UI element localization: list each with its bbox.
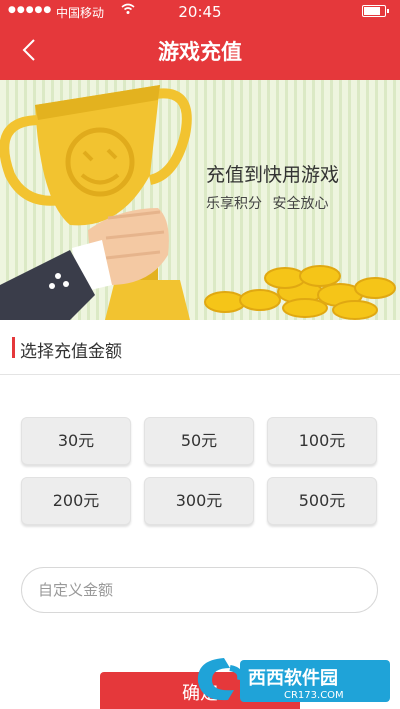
promo-banner: 充值到快用游戏 乐享积分 安全放心 (0, 80, 400, 320)
app-header: ●●●●● 中国移动 20:45 游戏充值 (0, 0, 400, 80)
battery-icon (362, 5, 389, 17)
amount-option-30[interactable]: 30元 (21, 417, 131, 465)
section-accent-bar (12, 337, 15, 358)
watermark-logo: 西西软件园 CR173.COM (197, 658, 390, 702)
amount-option-100[interactable]: 100元 (267, 417, 377, 465)
status-time: 20:45 (178, 3, 222, 21)
amount-option-300[interactable]: 300元 (144, 477, 254, 525)
status-bar: ●●●●● 中国移动 20:45 (0, 0, 400, 24)
custom-amount-input[interactable] (21, 567, 378, 613)
section-title: 选择充值金额 (20, 342, 122, 362)
banner-subtitle: 乐享积分 安全放心 (206, 196, 329, 212)
coins (204, 265, 396, 320)
svg-text:西西软件园: 西西软件园 (248, 667, 338, 689)
trophy-illustration (0, 85, 396, 320)
section-header: 选择充值金额 (0, 320, 400, 375)
amount-option-50[interactable]: 50元 (144, 417, 254, 465)
amount-option-200[interactable]: 200元 (21, 477, 131, 525)
amount-option-500[interactable]: 500元 (267, 477, 377, 525)
svg-text:CR173.COM: CR173.COM (284, 690, 344, 701)
page-title: 游戏充值 (158, 40, 242, 64)
banner-title: 充值到快用游戏 (206, 164, 340, 186)
